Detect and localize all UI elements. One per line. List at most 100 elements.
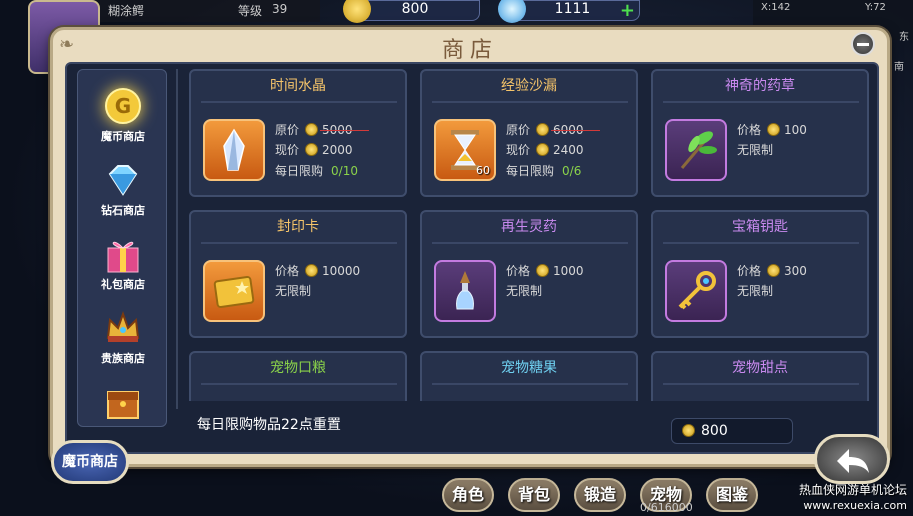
dialog-title: 商店 — [441, 38, 498, 63]
card-divider — [201, 383, 397, 385]
level-value: 39 — [272, 2, 288, 16]
coin-balance: 800 — [671, 418, 793, 444]
shop-item-card[interactable]: 宠物糖果 — [420, 351, 638, 401]
hourglass-icon: 60 — [434, 119, 496, 181]
shop-item-card[interactable]: 时间水晶 原价 5000 现价 2000 每日限购 0/10 — [189, 69, 407, 197]
coin-icon — [305, 143, 319, 156]
coin-icon — [767, 123, 781, 136]
treasure-chest-icon — [107, 391, 139, 419]
original-price: 5000 — [322, 123, 353, 137]
original-price-row: 原价 6000 — [506, 123, 584, 137]
original-price-row: 原价 5000 — [275, 123, 353, 137]
nav-forge-button[interactable]: 锻造 — [574, 478, 626, 512]
sidebar-item-gift-shop[interactable]: 礼包商店 — [78, 228, 168, 298]
sidebar-item-label: 钻石商店 — [101, 204, 145, 217]
coord-y: Y:72 — [865, 2, 886, 13]
gold-coin-icon: G — [105, 88, 141, 124]
card-divider — [663, 101, 859, 103]
card-divider — [201, 101, 397, 103]
sidebar-item-label: 魔币商店 — [101, 130, 145, 143]
crown-icon — [106, 311, 140, 342]
player-info-bar: 糊涂鳄 等级 39 — [100, 0, 320, 22]
item-grid: 时间水晶 原价 5000 现价 2000 每日限购 0/10 经验沙漏 60 原价 60… — [189, 69, 873, 401]
watermark-url: www.rexuexia.com — [803, 499, 907, 512]
gold-counter: 800 — [343, 0, 480, 23]
sidebar-item-label: 贵族商店 — [101, 352, 145, 365]
watermark-title: 热血侠网游单机论坛 — [798, 483, 907, 497]
exp-readout: 0/616000 — [640, 501, 693, 514]
price-row: 价格 10000 — [275, 264, 361, 278]
item-name: 封印卡 — [277, 219, 319, 235]
item-name: 宠物糖果 — [501, 360, 557, 376]
coin-icon — [536, 143, 550, 156]
svg-text:G: G — [115, 94, 131, 118]
card-divider — [201, 242, 397, 244]
herb-icon — [665, 119, 727, 181]
coin-icon — [536, 264, 550, 277]
sidebar-item-diamond-shop[interactable]: 钻石商店 — [78, 154, 168, 224]
shop-item-card[interactable]: 神奇的药草 价格 100 无限制 — [651, 69, 869, 197]
card-divider — [432, 383, 628, 385]
item-price: 100 — [784, 123, 807, 137]
nav-codex-button[interactable]: 图鉴 — [706, 478, 758, 512]
coord-x: X:142 — [761, 2, 791, 13]
limit-row: 每日限购 0/6 — [506, 164, 582, 178]
sidebar-divider — [176, 69, 178, 409]
gift-box-icon — [107, 241, 139, 273]
current-price-row: 现价 2400 — [506, 143, 584, 157]
item-name: 再生灵药 — [501, 219, 557, 235]
shop-item-card[interactable]: 再生灵药 价格 1000 无限制 — [420, 210, 638, 338]
sidebar-item-coin-shop[interactable]: G 魔币商店 — [78, 80, 168, 150]
current-shop-tab-button[interactable]: 魔币商店 — [51, 440, 129, 484]
watermark: 热血侠网游单机论坛 www.rexuexia.com — [799, 483, 907, 513]
item-price: 2000 — [322, 143, 353, 157]
price-row: 价格 100 — [737, 123, 807, 137]
close-button[interactable] — [851, 32, 875, 56]
compass-east: 东 — [899, 32, 909, 43]
gold-value: 800 — [401, 1, 429, 17]
diamond-counter: 1111 + — [498, 0, 640, 23]
shop-item-card[interactable]: 封印卡 价格 10000 无限制 — [189, 210, 407, 338]
shop-item-card[interactable]: 经验沙漏 60 原价 6000 现价 2400 每日限购 0/6 — [420, 69, 638, 197]
shop-panel: G 魔币商店 钻石商店 礼包商店 贵族商店 时间水晶 原价 5000 现价 20… — [65, 62, 879, 454]
item-price: 2400 — [553, 143, 584, 157]
player-name: 糊涂鳄 — [108, 4, 145, 18]
shop-item-card[interactable]: 宠物甜点 — [651, 351, 869, 401]
sidebar-item-label: 礼包商店 — [101, 278, 145, 291]
card-divider — [663, 242, 859, 244]
limit-row: 无限制 — [506, 284, 543, 298]
level-label: 等级 — [238, 4, 263, 18]
diamond-icon — [108, 165, 138, 196]
item-price: 10000 — [322, 264, 361, 278]
original-price: 6000 — [553, 123, 584, 137]
back-button[interactable] — [814, 434, 890, 484]
coin-icon — [682, 424, 695, 437]
coin-icon — [767, 264, 781, 277]
sidebar-item-chest[interactable] — [78, 376, 168, 424]
limit-row: 无限制 — [737, 143, 774, 157]
card-divider — [432, 242, 628, 244]
item-name: 宝箱钥匙 — [732, 219, 788, 235]
nav-bag-button[interactable]: 背包 — [508, 478, 560, 512]
shop-item-card[interactable]: 宝箱钥匙 价格 300 无限制 — [651, 210, 869, 338]
seal-card-icon — [203, 260, 265, 322]
item-quantity: 60 — [476, 164, 490, 177]
item-name: 宠物口粮 — [270, 360, 326, 376]
item-price: 1000 — [553, 264, 584, 278]
card-divider — [432, 101, 628, 103]
compass-south: 南 — [894, 62, 904, 73]
item-price: 300 — [784, 264, 807, 278]
current-price-row: 现价 2000 — [275, 143, 353, 157]
sidebar-item-noble-shop[interactable]: 贵族商店 — [78, 302, 168, 372]
shop-item-card[interactable]: 宠物口粮 — [189, 351, 407, 401]
bottom-nav: 角色 背包 锻造 宠物 图鉴 — [430, 468, 790, 516]
card-divider — [663, 383, 859, 385]
nav-role-button[interactable]: 角色 — [442, 478, 494, 512]
add-diamond-button[interactable]: + — [620, 1, 635, 21]
coin-balance-value: 800 — [701, 423, 728, 439]
shop-dialog: ❧ 商店 G 魔币商店 钻石商店 礼包商店 贵族商店 时间水晶 原价 5000 … — [50, 27, 890, 484]
shop-category-sidebar: G 魔币商店 钻石商店 礼包商店 贵族商店 — [77, 69, 167, 427]
limit-row: 每日限购 0/10 — [275, 164, 358, 178]
daily-reset-note: 每日限购物品22点重置 — [197, 417, 341, 433]
limit-row: 无限制 — [275, 284, 312, 298]
